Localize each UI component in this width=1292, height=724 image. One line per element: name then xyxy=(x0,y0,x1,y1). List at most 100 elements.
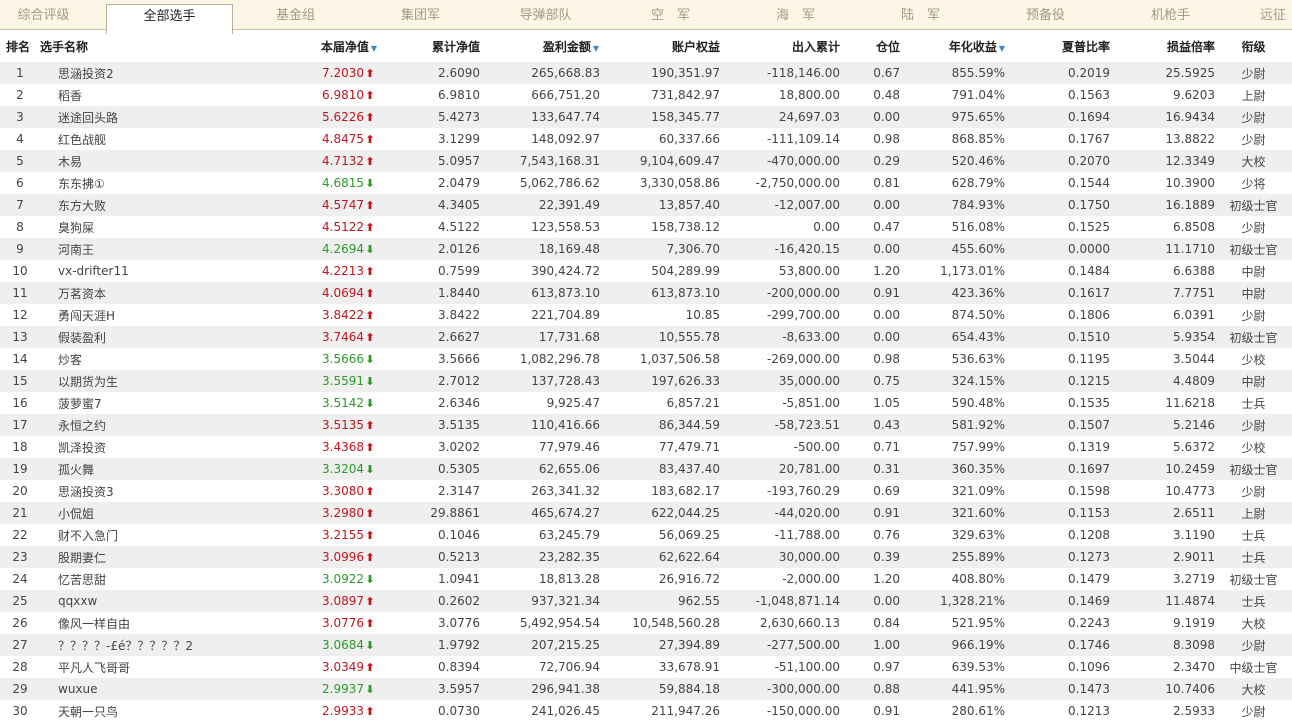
col-header-equity[interactable]: 账户权益 xyxy=(600,30,720,62)
player-name[interactable]: 平凡人飞哥哥 xyxy=(36,656,220,678)
player-name[interactable]: 东方大败 xyxy=(36,194,220,216)
position-cell: 0.69 xyxy=(840,480,900,502)
player-name[interactable]: 菠萝蜜7 xyxy=(36,392,220,414)
tab-missile-force[interactable]: 导弹部队 xyxy=(483,0,608,29)
player-name[interactable]: 像风一样自由 xyxy=(36,612,220,634)
position-cell: 0.81 xyxy=(840,172,900,194)
profit-cell: 9,925.47 xyxy=(480,392,600,414)
player-name[interactable]: 迷途回头路 xyxy=(36,106,220,128)
table-row[interactable]: 26 像风一样自由 3.0776⬆ 3.0776 5,492,954.54 10,548,… xyxy=(0,612,1292,634)
player-name[interactable]: 思涵投资2 xyxy=(36,62,220,84)
table-row[interactable]: 30 天朝一只鸟 2.9933⬆ 0.0730 241,026.45 211,947.26… xyxy=(0,700,1292,722)
table-row[interactable]: 9 河南王 4.2694⬇ 2.0126 18,169.48 7,306.70 -16,42… xyxy=(0,238,1292,260)
player-name[interactable]: vx-drifter11 xyxy=(36,260,220,282)
player-name[interactable]: 稻香 xyxy=(36,84,220,106)
table-row[interactable]: 29 wuxue 2.9937⬇ 3.5957 296,941.38 59,884.18-… xyxy=(0,678,1292,700)
table-row[interactable]: 7 东方大败 4.5747⬆ 4.3405 22,391.49 13,857.40 -12,… xyxy=(0,194,1292,216)
player-name[interactable]: 勇闯天涯H xyxy=(36,304,220,326)
table-row[interactable]: 15 以期货为生 3.5591⬇ 2.7012 137,728.43 197,626.33… xyxy=(0,370,1292,392)
player-name[interactable]: 忆苦思甜 xyxy=(36,568,220,590)
tab-group-army[interactable]: 集团军 xyxy=(358,0,483,29)
col-header-pl-ratio[interactable]: 损益倍率 xyxy=(1110,30,1215,62)
player-name[interactable]: 假装盈利 xyxy=(36,326,220,348)
player-name[interactable]: 东东拂① xyxy=(36,172,220,194)
rank-title-cell: 少尉 xyxy=(1215,700,1292,722)
tab-air-force[interactable]: 空 军 xyxy=(608,0,733,29)
tab-expedition[interactable]: 远征 xyxy=(1233,0,1292,29)
player-name[interactable]: 思涵投资3 xyxy=(36,480,220,502)
table-row[interactable]: 6 东东拂① 4.6815⬇ 2.0479 5,062,786.62 3,330,058.… xyxy=(0,172,1292,194)
col-header-nav[interactable]: 本届净值 ▼ xyxy=(220,30,380,62)
player-name[interactable]: 臭狗屎 xyxy=(36,216,220,238)
tab-overall-rating[interactable]: 综合评级 xyxy=(0,0,106,29)
table-row[interactable]: 18 凯泽投资 3.4368⬆ 3.0202 77,979.46 77,479.71 -50… xyxy=(0,436,1292,458)
table-row[interactable]: 25 qqxxw 3.0897⬆ 0.2602 937,321.34 962.55 -1,0… xyxy=(0,590,1292,612)
rank-title-cell: 大校 xyxy=(1215,612,1292,634)
table-row[interactable]: 4 红色战舰 4.8475⬆ 3.1299 148,092.97 60,337.66 -11… xyxy=(0,128,1292,150)
rank-title-cell: 大校 xyxy=(1215,678,1292,700)
tab-army[interactable]: 陆 军 xyxy=(858,0,983,29)
table-row[interactable]: 22 财不入急门 3.2155⬆ 0.1046 63,245.79 56,069.25 -1… xyxy=(0,524,1292,546)
table-row[interactable]: 19 孤火舞 3.3204⬇ 0.5305 62,655.06 83,437.40 20,7… xyxy=(0,458,1292,480)
nav-cell: 5.6226⬆ xyxy=(220,106,380,128)
player-name[interactable]: 财不入急门 xyxy=(36,524,220,546)
col-header-position[interactable]: 仓位 xyxy=(840,30,900,62)
player-name[interactable]: 万茗资本 xyxy=(36,282,220,304)
player-name[interactable]: 炒客 xyxy=(36,348,220,370)
table-row[interactable]: 8 臭狗屎 4.5122⬆ 4.5122 123,558.53 158,738.12 0.0… xyxy=(0,216,1292,238)
player-name[interactable]: 红色战舰 xyxy=(36,128,220,150)
table-row[interactable]: 27 ？？？？-£é？？？？？2 3.0684⬇ 1.9792 207,215.25 27… xyxy=(0,634,1292,656)
table-row[interactable]: 14 炒客 3.5666⬇ 3.5666 1,082,296.78 1,037,506.5… xyxy=(0,348,1292,370)
table-row[interactable]: 24 忆苦思甜 3.0922⬇ 1.0941 18,813.28 26,916.72 -2,… xyxy=(0,568,1292,590)
tab-navy[interactable]: 海 军 xyxy=(733,0,858,29)
flow-cell: -193,760.29 xyxy=(720,480,840,502)
player-name[interactable]: 孤火舞 xyxy=(36,458,220,480)
tab-machine-gunner[interactable]: 机枪手 xyxy=(1108,0,1233,29)
table-row[interactable]: 1 思涵投资2 7.2030⬆ 2.6090 265,668.83 190,351.97-… xyxy=(0,62,1292,84)
table-row[interactable]: 16 菠萝蜜7 3.5142⬇ 2.6346 9,925.47 6,857.21 -5,85… xyxy=(0,392,1292,414)
table-row[interactable]: 5 木易 4.7132⬆ 5.0957 7,543,168.31 9,104,609.47… xyxy=(0,150,1292,172)
col-header-rank[interactable]: 排名 xyxy=(0,30,36,62)
tab-reserve[interactable]: 预备役 xyxy=(983,0,1108,29)
col-header-name[interactable]: 选手名称 xyxy=(36,30,220,62)
table-row[interactable]: 17 永恒之约 3.5135⬆ 3.5135 110,416.66 86,344.59 -5… xyxy=(0,414,1292,436)
col-header-cum-nav[interactable]: 累计净值 xyxy=(380,30,480,62)
player-name[interactable]: 股期妻仁 xyxy=(36,546,220,568)
table-row[interactable]: 28 平凡人飞哥哥 3.0349⬆ 0.8394 72,706.94 33,678.91-… xyxy=(0,656,1292,678)
cum-nav-cell: 4.3405 xyxy=(380,194,480,216)
player-name[interactable]: wuxue xyxy=(36,678,220,700)
player-name[interactable]: 天朝一只鸟 xyxy=(36,700,220,722)
tab-fund-group[interactable]: 基金组 xyxy=(233,0,358,29)
rank-cell: 4 xyxy=(0,128,36,150)
player-name[interactable]: 凯泽投资 xyxy=(36,436,220,458)
table-row[interactable]: 21 小侃姐 3.2980⬆ 29.8861 465,674.27 622,044.25-… xyxy=(0,502,1292,524)
tab-all-players[interactable]: 全部选手 xyxy=(106,4,233,34)
table-row[interactable]: 3 迷途回头路 5.6226⬆ 5.4273 133,647.74 158,345.77 2… xyxy=(0,106,1292,128)
table-row[interactable]: 10 vx-drifter11 4.2213⬆ 0.7599 390,424.72 504… xyxy=(0,260,1292,282)
table-row[interactable]: 11 万茗资本 4.0694⬆ 1.8440 613,873.10 613,873.10-… xyxy=(0,282,1292,304)
col-header-profit[interactable]: 盈利金额 ▼ xyxy=(480,30,600,62)
flow-cell: -277,500.00 xyxy=(720,634,840,656)
col-header-annual[interactable]: 年化收益 ▼ xyxy=(900,30,1005,62)
equity-cell: 60,337.66 xyxy=(600,128,720,150)
col-header-sharpe[interactable]: 夏普比率 xyxy=(1005,30,1110,62)
nav-cell: 3.0684⬇ xyxy=(220,634,380,656)
col-header-title[interactable]: 衔级 xyxy=(1215,30,1292,62)
player-name[interactable]: 以期货为生 xyxy=(36,370,220,392)
player-name[interactable]: qqxxw xyxy=(36,590,220,612)
profit-cell: 72,706.94 xyxy=(480,656,600,678)
equity-cell: 9,104,609.47 xyxy=(600,150,720,172)
rank-cell: 5 xyxy=(0,150,36,172)
player-name[interactable]: ？？？？-£é？？？？？2 xyxy=(36,634,220,656)
table-row[interactable]: 20 思涵投资3 3.3080⬆ 2.3147 263,341.32 183,682.17… xyxy=(0,480,1292,502)
player-name[interactable]: 河南王 xyxy=(36,238,220,260)
table-row[interactable]: 12 勇闯天涯H 3.8422⬆ 3.8422 221,704.89 10.85 -299,… xyxy=(0,304,1292,326)
player-name[interactable]: 永恒之约 xyxy=(36,414,220,436)
col-header-flow[interactable]: 出入累计 xyxy=(720,30,840,62)
player-name[interactable]: 小侃姐 xyxy=(36,502,220,524)
table-row[interactable]: 2 稻香 6.9810⬆ 6.9810 666,751.20 731,842.97 18,8… xyxy=(0,84,1292,106)
player-name[interactable]: 木易 xyxy=(36,150,220,172)
table-row[interactable]: 13 假装盈利 3.7464⬆ 2.6627 17,731.68 10,555.78 -8,… xyxy=(0,326,1292,348)
table-row[interactable]: 23 股期妻仁 3.0996⬆ 0.5213 23,282.35 62,622.64 30,… xyxy=(0,546,1292,568)
sharpe-cell: 0.1750 xyxy=(1005,194,1110,216)
